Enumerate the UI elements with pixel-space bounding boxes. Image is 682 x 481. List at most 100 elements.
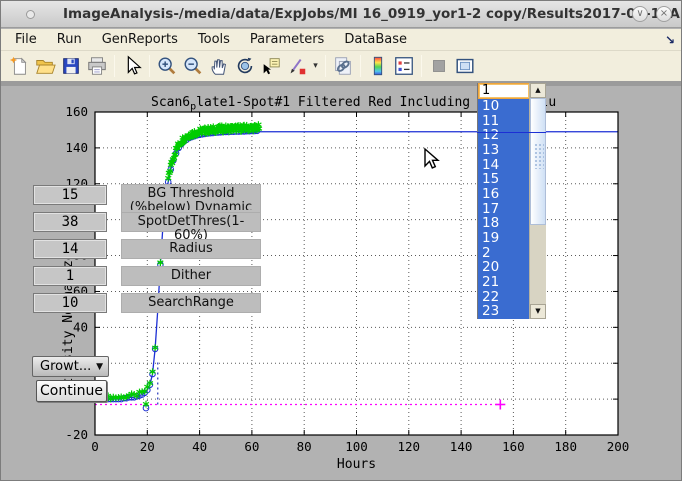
- growth-model-dropdown[interactable]: Growt... ▼: [32, 356, 109, 377]
- listbox-item[interactable]: 21: [478, 275, 530, 290]
- listbox-item[interactable]: 15: [478, 172, 530, 187]
- x-tick-labels: 020406080100120140160180200: [91, 439, 629, 454]
- radius-label: Radius: [121, 239, 261, 259]
- spot-number-listbox[interactable]: 1 10111213141516171819220212223 ▲ ▼: [477, 83, 546, 319]
- zoom-in-icon: [156, 55, 178, 77]
- legend-icon: [393, 55, 415, 77]
- link-plots-button[interactable]: [330, 54, 356, 78]
- svg-text:60: 60: [244, 439, 259, 454]
- spot-det-thres-label: SpotDetThres(1-60%): [121, 212, 261, 232]
- scrollbar-grip: [534, 143, 544, 169]
- search-range-label: SearchRange: [121, 293, 261, 313]
- listbox-item[interactable]: 12: [478, 128, 530, 143]
- listbox-item[interactable]: 19: [478, 231, 530, 246]
- window-title: ImageAnalysis-/media/data/ExpJobs/MI 16_…: [63, 6, 682, 22]
- open-file-button[interactable]: [32, 54, 58, 78]
- svg-text:140: 140: [450, 439, 473, 454]
- dock-figure-icon[interactable]: ↘: [665, 33, 675, 47]
- search-range-input[interactable]: 10: [33, 293, 107, 313]
- window-icon: [26, 10, 35, 19]
- listbox-item[interactable]: 2: [478, 246, 530, 261]
- scroll-down-icon[interactable]: ▼: [530, 304, 546, 319]
- svg-text:100: 100: [345, 439, 368, 454]
- pointer-tool-button[interactable]: [119, 54, 145, 78]
- dither-input[interactable]: 1: [33, 266, 107, 286]
- shade-window-button[interactable]: ∨: [632, 6, 648, 22]
- docked-view-button[interactable]: [452, 54, 478, 78]
- data-cursor-button[interactable]: [258, 54, 284, 78]
- listbox-item[interactable]: 22: [478, 290, 530, 305]
- link-plots-icon: [332, 55, 354, 77]
- save-button[interactable]: [58, 54, 84, 78]
- insert-colorbar-button[interactable]: [365, 54, 391, 78]
- docked-frame-icon: [454, 55, 476, 77]
- spot-det-thres-input[interactable]: 38: [33, 212, 107, 232]
- new-document-icon: [8, 55, 30, 77]
- scrollbar-thumb[interactable]: [530, 98, 546, 225]
- listbox-item[interactable]: 13: [478, 143, 530, 158]
- pointer-arrow-icon: [121, 55, 143, 77]
- menu-item-parameters[interactable]: Parameters: [240, 30, 334, 49]
- listbox-scrollbar[interactable]: ▲ ▼: [529, 83, 546, 319]
- toolbar-separator: [114, 55, 115, 77]
- svg-text:20: 20: [140, 439, 155, 454]
- svg-text:40: 40: [192, 439, 207, 454]
- toolbar-separator: [325, 55, 326, 77]
- rotate-3d-button[interactable]: [232, 54, 258, 78]
- plot-line-over-dropdown: [477, 132, 546, 133]
- listbox-item[interactable]: 20: [478, 260, 530, 275]
- listbox-item[interactable]: 10: [478, 99, 530, 114]
- menu-item-run[interactable]: Run: [47, 30, 92, 49]
- insert-legend-button[interactable]: [391, 54, 417, 78]
- listbox-item[interactable]: 14: [478, 158, 530, 173]
- print-button[interactable]: [84, 54, 110, 78]
- listbox-editor[interactable]: 1: [478, 83, 530, 99]
- menu-item-file[interactable]: File: [5, 30, 47, 49]
- save-floppy-icon: [60, 55, 82, 77]
- svg-text:180: 180: [554, 439, 577, 454]
- x-axis-label: Hours: [337, 457, 376, 472]
- pan-hand-icon: [208, 55, 230, 77]
- title-bar[interactable]: ImageAnalysis-/media/data/ExpJobs/MI 16_…: [1, 1, 681, 28]
- toolbar: ▾: [1, 51, 681, 81]
- disabled-square-icon: [428, 55, 450, 77]
- open-folder-icon: [34, 55, 56, 77]
- bg-threshold-label: BG Threshold (%below) Dynamic: [121, 184, 261, 214]
- menu-bar: FileRunGenReportsToolsParametersDataBase: [1, 29, 681, 51]
- dither-label: Dither: [121, 266, 261, 286]
- colorbar-icon: [367, 55, 389, 77]
- app-window: ImageAnalysis-/media/data/ExpJobs/MI 16_…: [0, 0, 682, 481]
- listbox-item[interactable]: 17: [478, 202, 530, 217]
- brush-dropdown-caret[interactable]: ▾: [310, 54, 321, 78]
- svg-text:80: 80: [297, 439, 312, 454]
- listbox-item[interactable]: 18: [478, 216, 530, 231]
- scroll-up-icon[interactable]: ▲: [530, 83, 546, 98]
- listbox-item[interactable]: 23: [478, 304, 530, 319]
- print-icon: [86, 55, 108, 77]
- listbox-item[interactable]: 11: [478, 114, 530, 129]
- pan-tool-button[interactable]: [206, 54, 232, 78]
- bg-threshold-input[interactable]: 15: [33, 185, 107, 205]
- brush-icon: [286, 55, 308, 77]
- zoom-in-button[interactable]: [154, 54, 180, 78]
- disabled-tool-button: [426, 54, 452, 78]
- menu-item-database[interactable]: DataBase: [334, 30, 417, 49]
- menu-item-genreports[interactable]: GenReports: [92, 30, 188, 49]
- svg-text:0: 0: [91, 439, 99, 454]
- close-window-button[interactable]: ×: [656, 6, 672, 22]
- listbox-item[interactable]: 16: [478, 187, 530, 202]
- rotate-3d-icon: [234, 55, 256, 77]
- brush-tool-button[interactable]: [284, 54, 310, 78]
- toolbar-separator: [360, 55, 361, 77]
- zoom-out-button[interactable]: [180, 54, 206, 78]
- toolbar-separator: [149, 55, 150, 77]
- continue-button[interactable]: Continue: [36, 380, 107, 402]
- menu-item-tools[interactable]: Tools: [188, 30, 240, 49]
- svg-text:160: 160: [502, 439, 525, 454]
- toolbar-separator: [421, 55, 422, 77]
- new-document-button[interactable]: [6, 54, 32, 78]
- radius-input[interactable]: 14: [33, 239, 107, 259]
- svg-text:200: 200: [607, 439, 630, 454]
- mouse-cursor-icon: [422, 147, 440, 173]
- zoom-out-icon: [182, 55, 204, 77]
